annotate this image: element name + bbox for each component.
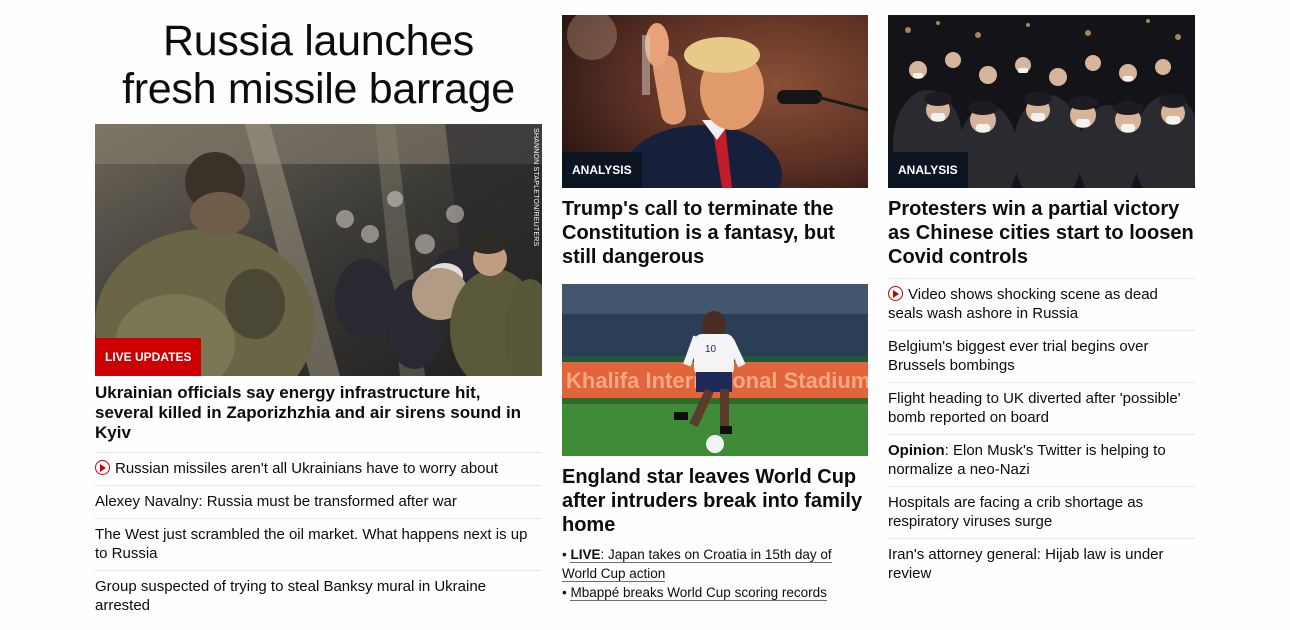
list-item-text[interactable]: Alexey Navalny: Russia must be transform… (95, 493, 457, 510)
lead-related-list: Russian missiles aren't all Ukrainians h… (95, 452, 542, 622)
live-label: LIVE (570, 547, 601, 562)
right-column: ANALYSIS Protesters win a partial victor… (888, 15, 1195, 590)
lead-title-line2[interactable]: fresh missile barrage (122, 65, 515, 113)
lead-headline[interactable]: Ukrainian officials say energy infrastru… (95, 383, 542, 443)
sub-link-text[interactable]: Mbappé breaks World Cup scoring records (570, 585, 827, 601)
england-image[interactable]: Khalifa International Stadium 10 (562, 284, 868, 456)
list-item[interactable]: The West just scrambled the oil market. … (95, 518, 542, 570)
trump-image[interactable]: ANALYSIS (562, 15, 868, 188)
list-item-text[interactable]: Video shows shocking scene as dead seals… (888, 286, 1158, 322)
list-item[interactable]: Alexey Navalny: Russia must be transform… (95, 485, 542, 518)
play-video-icon (888, 286, 903, 301)
list-item[interactable]: Iran's attorney general: Hijab law is un… (888, 538, 1195, 590)
photo-credit: SHANNON STAPLETON/REUTERS (532, 128, 539, 247)
list-item[interactable]: Russian missiles aren't all Ukrainians h… (95, 452, 542, 485)
list-item[interactable]: Belgium's biggest ever trial begins over… (888, 330, 1195, 382)
analysis-badge[interactable]: ANALYSIS (888, 152, 968, 188)
trump-headline[interactable]: Trump's call to terminate the Constituti… (562, 197, 868, 269)
lead-story: Russia launches fresh missile barrage SH… (95, 15, 542, 622)
list-item[interactable]: Group suspected of trying to steal Banks… (95, 570, 542, 622)
right-related-list: Video shows shocking scene as dead seals… (888, 278, 1195, 590)
live-updates-badge[interactable]: LIVE UPDATES (95, 338, 202, 376)
lead-image[interactable]: SHANNON STAPLETON/REUTERS LIVE UPDATES (95, 124, 542, 376)
list-item-text[interactable]: Flight heading to UK diverted after 'pos… (888, 390, 1181, 426)
sub-link-mbappe[interactable]: • Mbappé breaks World Cup scoring record… (562, 583, 868, 602)
list-item-text[interactable]: Hospitals are facing a crib shortage as … (888, 494, 1143, 530)
opinion-label: Opinion (888, 442, 945, 459)
lead-title-line1[interactable]: Russia launches (163, 17, 474, 65)
list-item-text[interactable]: Russian missiles aren't all Ukrainians h… (115, 460, 498, 477)
protest-image[interactable]: ANALYSIS (888, 15, 1195, 188)
middle-column: ANALYSIS Trump's call to terminate the C… (562, 15, 868, 602)
list-item[interactable]: Flight heading to UK diverted after 'pos… (888, 382, 1195, 434)
list-item-text[interactable]: Belgium's biggest ever trial begins over… (888, 338, 1149, 374)
list-item[interactable]: Video shows shocking scene as dead seals… (888, 278, 1195, 330)
football-photo: Khalifa International Stadium 10 (562, 284, 868, 456)
sub-link-live[interactable]: • LIVE: Japan takes on Croatia in 15th d… (562, 545, 868, 583)
england-headline[interactable]: England star leaves World Cup after intr… (562, 465, 868, 537)
sub-link-text[interactable]: : Japan takes on Croatia in 15th day of … (562, 547, 832, 581)
analysis-badge[interactable]: ANALYSIS (562, 152, 642, 188)
list-item-text[interactable]: The West just scrambled the oil market. … (95, 526, 527, 562)
list-item-text[interactable]: Iran's attorney general: Hijab law is un… (888, 546, 1164, 582)
lead-title[interactable]: Russia launches fresh missile barrage (95, 17, 542, 113)
shirt-number: 10 (705, 344, 717, 355)
protest-headline[interactable]: Protesters win a partial victory as Chin… (888, 197, 1195, 269)
england-sub-links: • LIVE: Japan takes on Croatia in 15th d… (562, 545, 868, 602)
list-item-text[interactable]: Group suspected of trying to steal Banks… (95, 578, 486, 614)
play-video-icon (95, 460, 110, 475)
list-item[interactable]: Hospitals are facing a crib shortage as … (888, 486, 1195, 538)
list-item[interactable]: Opinion: Elon Musk's Twitter is helping … (888, 434, 1195, 486)
